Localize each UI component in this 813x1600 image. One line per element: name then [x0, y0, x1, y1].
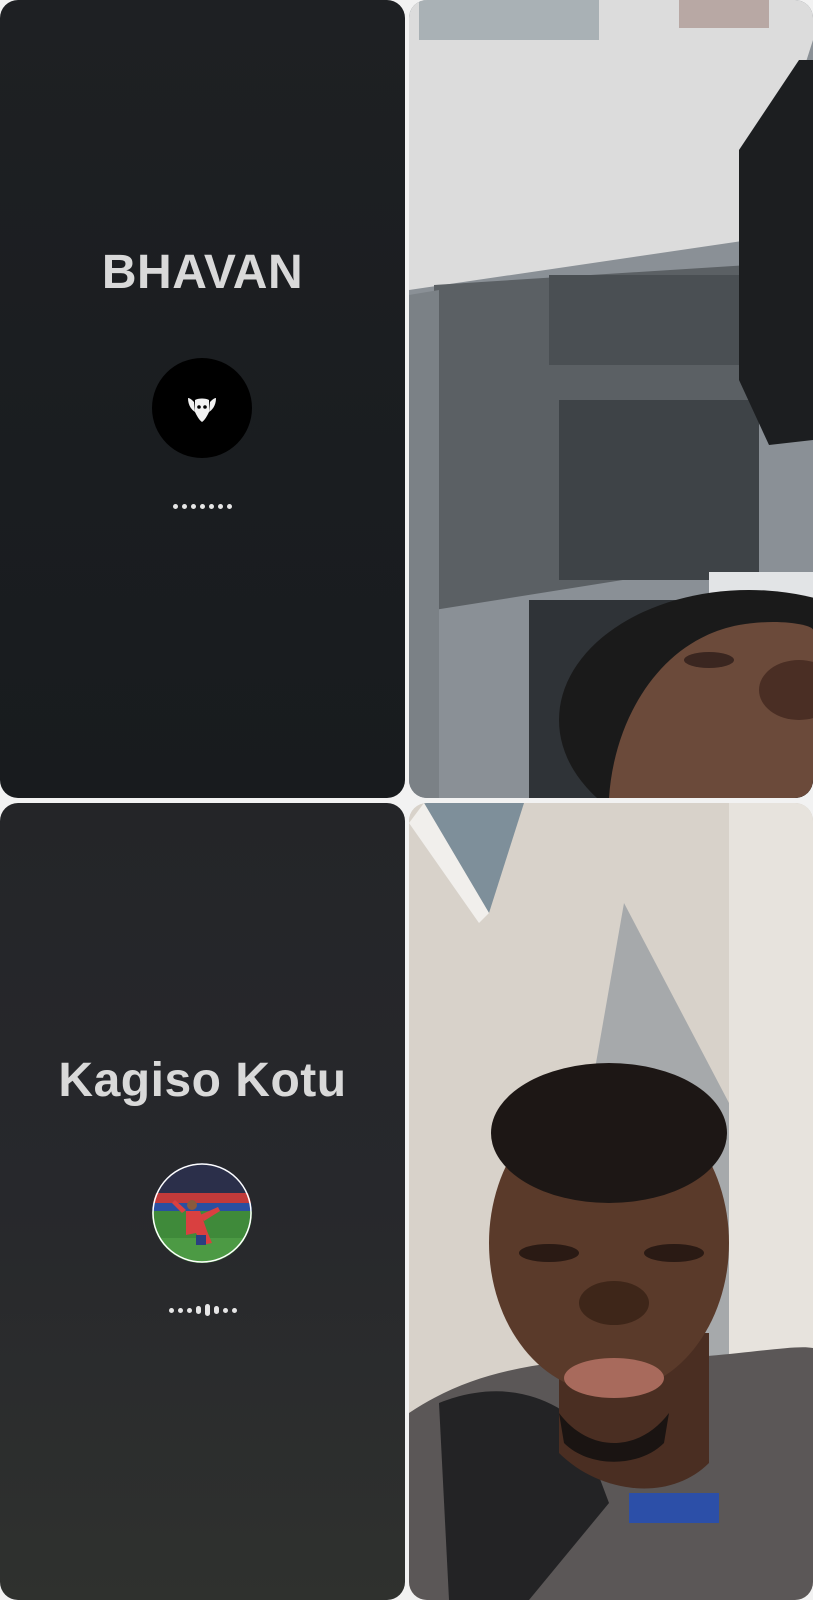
audio-wave-indicator: [0, 496, 405, 516]
video-feed-tile-1[interactable]: [409, 0, 813, 798]
participant-avatar: [152, 358, 252, 458]
audio-wave-indicator: [0, 1300, 405, 1320]
call-grid: BHAVAN Kagiso Kotu: [0, 0, 813, 1600]
participant-avatar: [152, 1163, 252, 1263]
camera-feed-selfie-icon: [409, 803, 813, 1600]
horned-mask-icon: [188, 398, 216, 422]
camera-feed-ceiling-icon: [409, 0, 813, 798]
football-player-photo-icon: [152, 1163, 252, 1263]
participant-name: BHAVAN: [101, 246, 304, 299]
participant-tile-1[interactable]: BHAVAN: [0, 0, 405, 798]
participant-tile-2[interactable]: Kagiso Kotu: [0, 803, 405, 1600]
video-feed-tile-2[interactable]: [409, 803, 813, 1600]
participant-name: Kagiso Kotu: [58, 1054, 347, 1107]
